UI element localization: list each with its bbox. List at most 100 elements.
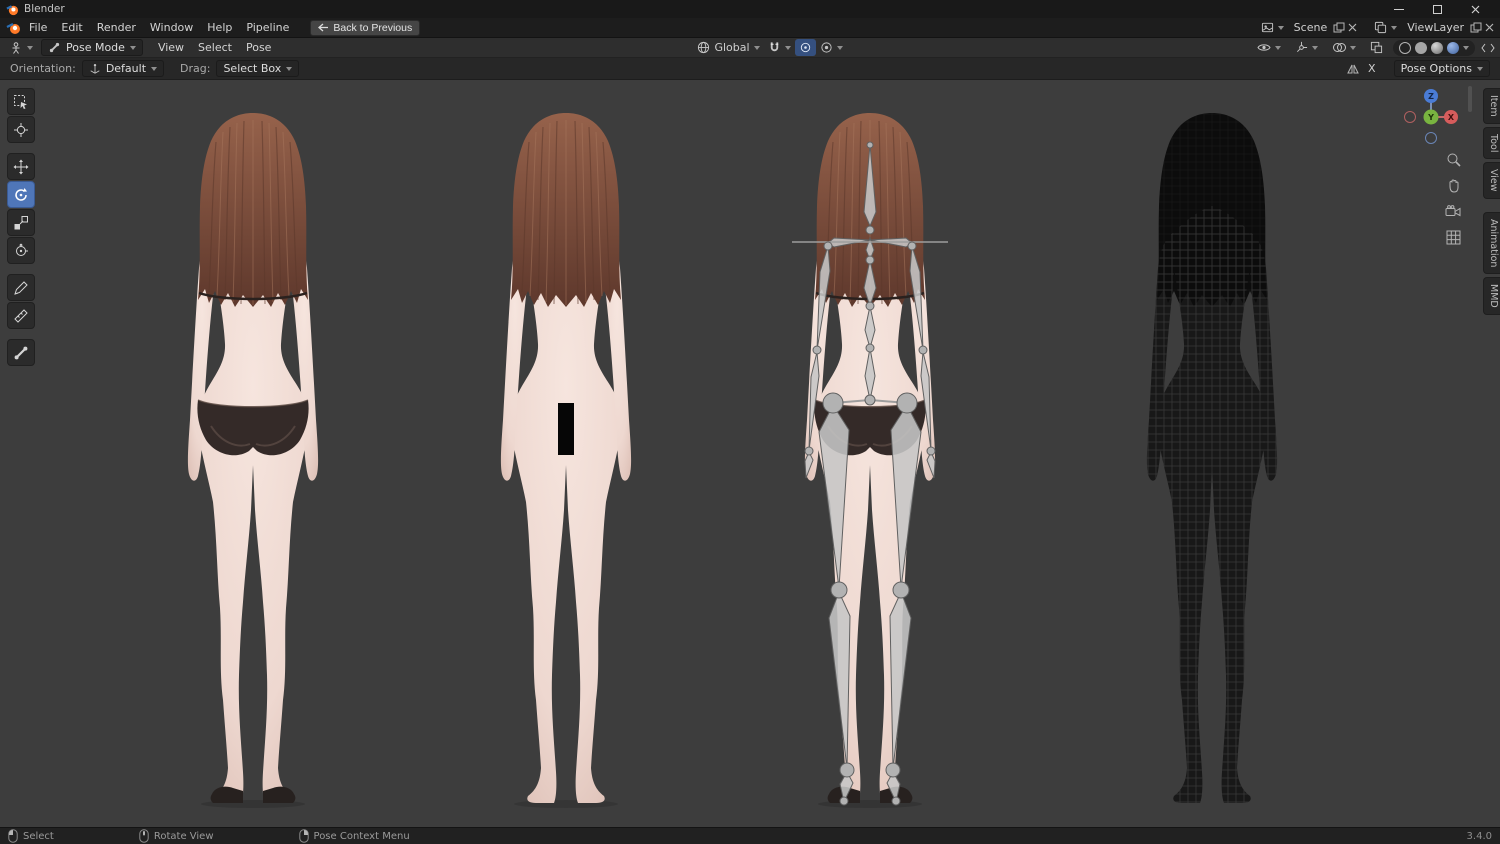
shading-wireframe-button[interactable] [1399,41,1411,54]
character-back-clothed[interactable] [153,110,353,810]
menu-window[interactable]: Window [143,18,200,38]
show-object-types-dropdown[interactable] [1253,39,1285,56]
tool-rotate[interactable] [7,181,35,208]
editor-3d-viewport-icon [12,41,20,54]
tab-item[interactable]: Item [1483,88,1500,124]
tool-measure[interactable] [7,302,35,329]
character-back-censored[interactable] [466,110,666,810]
svg-text:Z: Z [1428,92,1434,101]
axis-icon [90,63,100,74]
shading-rendered-button[interactable] [1447,41,1459,54]
status-bar: Select Rotate View Pose Context Menu 3.4… [0,827,1500,844]
chevron-down-icon [27,45,33,50]
xray-icon [1370,41,1383,54]
magnifier-icon [1447,153,1461,167]
menu-help[interactable]: Help [200,18,239,38]
orientation-dropdown[interactable]: Default [81,60,165,77]
minimize-button[interactable] [1380,0,1418,18]
shading-material-button[interactable] [1431,41,1443,54]
annotate-pen-icon [14,280,28,295]
chevron-down-icon [784,45,791,50]
viewport-3d[interactable]: Z X Y Item Tool View Animation MMD [0,80,1500,827]
snap-enabled-toggle[interactable] [794,39,816,56]
blender-logo-icon[interactable] [6,21,22,35]
menu-pipeline[interactable]: Pipeline [239,18,296,38]
mode-selector[interactable]: Pose Mode [41,39,143,56]
menu-view[interactable]: View [151,38,191,58]
right-mouse-icon [298,829,309,843]
tool-cursor[interactable] [7,116,35,143]
tool-transform[interactable] [7,237,35,264]
globe-icon [698,41,710,54]
scene-name[interactable]: Scene [1291,21,1331,34]
tool-move[interactable] [7,153,35,180]
move-icon [13,159,29,174]
camera-view-button[interactable] [1444,202,1462,220]
tab-mmd[interactable]: MMD [1483,277,1500,315]
scene-browse-button[interactable] [1257,19,1288,36]
viewlayer-icon [1375,21,1387,34]
viewlayer-browse-button[interactable] [1370,19,1401,36]
menu-select[interactable]: Select [191,38,239,58]
back-arrow-icon [318,23,329,32]
transform-orientation-selector[interactable]: Global [693,39,763,56]
menu-file[interactable]: File [22,18,54,38]
tool-select-box[interactable] [7,88,35,115]
back-to-previous-button[interactable]: Back to Previous [310,19,421,36]
axis-neg-x-handle[interactable] [1404,111,1416,123]
chevron-down-icon [1350,45,1356,50]
menu-edit[interactable]: Edit [54,18,89,38]
cursor-icon [14,122,28,137]
zoom-button[interactable] [1444,150,1462,168]
viewlayer-new-button[interactable] [1470,22,1482,34]
maximize-icon [1432,4,1442,14]
editor-expand-icon[interactable] [1481,42,1495,54]
shading-solid-button[interactable] [1415,41,1427,54]
hand-icon [1449,179,1458,193]
character-back-armature[interactable] [770,110,970,810]
mirror-icon[interactable] [1346,63,1360,75]
maximize-button[interactable] [1418,0,1456,18]
chevron-down-icon [1277,25,1284,30]
chevron-down-icon [836,45,843,50]
tool-scale[interactable] [7,209,35,236]
drag-dropdown[interactable]: Select Box [216,60,300,77]
mirror-x-toggle[interactable]: X [1368,62,1376,75]
duplicate-icon [1333,22,1345,32]
close-button[interactable] [1456,0,1494,18]
hint-select: Select [8,829,54,843]
tab-tool[interactable]: Tool [1483,126,1500,160]
tab-view[interactable]: View [1483,162,1500,199]
navigation-gizmo[interactable]: Z X Y [1401,87,1461,147]
toolbar [7,88,35,366]
axis-neg-z-handle[interactable] [1425,132,1437,144]
pose-options-dropdown[interactable]: Pose Options [1393,60,1490,77]
svg-text:X: X [1448,113,1455,122]
orientation-label: Orientation: [10,62,76,75]
tool-annotate[interactable] [7,274,35,301]
scene-unlink-button[interactable] [1348,23,1357,32]
snap-toggle[interactable] [764,39,795,56]
xray-toggle[interactable] [1366,39,1387,56]
overlays-icon [1333,43,1346,52]
editor-type-button[interactable] [5,39,37,56]
viewlayer-name[interactable]: ViewLayer [1404,21,1467,34]
pan-button[interactable] [1444,176,1462,194]
perspective-toggle-button[interactable] [1444,228,1462,246]
tool-pose-breakdowner[interactable] [7,339,35,366]
menu-render[interactable]: Render [90,18,143,38]
gizmos-dropdown[interactable] [1291,39,1322,56]
measure-ruler-icon [14,308,28,323]
chevron-down-icon [286,66,293,71]
character-back-wireframe[interactable] [1112,110,1312,810]
proportional-editing-icon [820,42,832,53]
overlays-dropdown[interactable] [1328,39,1360,56]
viewport-scrollbar[interactable] [1468,86,1472,112]
close-icon [1485,23,1494,32]
menu-pose[interactable]: Pose [239,38,278,58]
shading-mode-group [1393,39,1475,56]
scene-new-button[interactable] [1333,22,1345,34]
tab-animation[interactable]: Animation [1483,211,1500,275]
viewlayer-remove-button[interactable] [1485,23,1494,32]
proportional-editing-toggle[interactable] [816,39,847,56]
